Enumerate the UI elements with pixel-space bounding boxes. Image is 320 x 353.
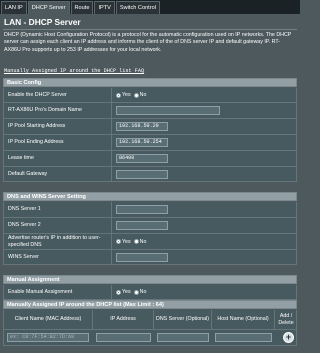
dns2-row: DNS Server 2: [3, 218, 297, 234]
default-gateway-input[interactable]: [116, 169, 168, 179]
enable-manual-row: Enable Manual Assignment Yes No: [3, 285, 297, 300]
advertise-dns-yes-label: Yes: [122, 238, 131, 245]
dhcp-page: LAN - DHCP Server DHCP (Dynamic Host Con…: [0, 14, 300, 353]
advertise-dns-row: Advertise router's IP in addition to use…: [3, 234, 297, 250]
column-add-delete: Add / Delete: [278, 313, 294, 326]
default-gateway-row: Default Gateway: [3, 167, 297, 182]
page-title: LAN - DHCP Server: [4, 17, 81, 27]
dns1-label: DNS Server 1: [4, 202, 112, 217]
tab-lan-ip[interactable]: LAN IP: [1, 1, 27, 14]
default-gateway-label: Default Gateway: [4, 167, 112, 181]
column-dns-server: DNS Server (Optional): [154, 310, 212, 329]
manual-list-header: Manually Assigned IP around the DHCP lis…: [3, 300, 297, 309]
add-icon[interactable]: +: [283, 332, 294, 343]
domain-name-row: RT-AX86U Pro's Domain Name: [3, 103, 297, 119]
tab-bar: LAN IP DHCP Server Route IPTV Switch Con…: [0, 0, 300, 14]
enable-manual-yes-label: Yes: [122, 289, 131, 295]
advertise-dns-yes-radio[interactable]: [116, 239, 121, 244]
faq-link[interactable]: Manually Assigned IP around the DHCP lis…: [4, 68, 144, 74]
lease-time-input[interactable]: 86400: [116, 154, 168, 163]
advertise-dns-label: Advertise router's IP in addition to use…: [4, 234, 112, 249]
dns1-row: DNS Server 1: [3, 202, 297, 218]
pool-start-row: IP Pool Starting Address 192.168.50.20: [3, 119, 297, 135]
intro-text: DHCP (Dynamic Host Configuration Protoco…: [4, 32, 292, 53]
column-host-name: Host Name (Optional): [212, 310, 275, 329]
lease-time-label: Lease time: [4, 151, 112, 166]
dns-wins-header: DNS and WINS Server Setting: [3, 192, 297, 201]
wins-server-input[interactable]: [116, 252, 168, 262]
enable-manual-yes-radio[interactable]: [116, 289, 121, 295]
tab-dhcp-server[interactable]: DHCP Server: [27, 1, 70, 14]
tab-route[interactable]: Route: [70, 1, 94, 14]
manual-list-input-row: ex: C8:7F:54:B2:7D:68 +: [3, 330, 297, 346]
enable-manual-no-label: No: [139, 289, 147, 295]
domain-name-input[interactable]: [116, 106, 220, 115]
dns2-input[interactable]: [116, 221, 168, 230]
pool-start-label: IP Pool Starting Address: [4, 119, 112, 134]
advertise-dns-no-radio[interactable]: [133, 239, 139, 244]
tab-iptv[interactable]: IPTV: [94, 1, 115, 14]
dns2-label: DNS Server 2: [4, 218, 112, 233]
advertise-dns-no-label: No: [139, 238, 147, 245]
enable-manual-label: Enable Manual Assignment: [4, 285, 112, 299]
domain-name-label: RT-AX86U Pro's Domain Name: [4, 103, 112, 118]
enable-dhcp-yes-label: Yes: [122, 92, 131, 98]
enable-dhcp-label: Enable the DHCP Server: [4, 88, 112, 102]
enable-manual-no-radio[interactable]: [133, 289, 139, 295]
client-hostname-input[interactable]: [215, 333, 272, 342]
lease-time-row: Lease time 86400: [3, 151, 297, 167]
enable-dhcp-no-radio[interactable]: [133, 92, 139, 98]
manual-list-columns: Client Name (MAC Address) IP Address DNS…: [3, 310, 297, 330]
title-divider: [3, 29, 297, 30]
client-mac-input[interactable]: ex: C8:7F:54:B2:7D:68: [7, 333, 89, 342]
tab-switch-control[interactable]: Switch Control: [115, 1, 160, 14]
client-ip-input[interactable]: [96, 333, 151, 342]
pool-start-input[interactable]: 192.168.50.20: [116, 122, 168, 131]
basic-config-header: Basic Config: [3, 78, 297, 87]
enable-dhcp-no-label: No: [139, 92, 147, 98]
column-client-name: Client Name (MAC Address): [4, 310, 93, 329]
wins-server-row: WINS Server: [3, 250, 297, 265]
pool-end-row: IP Pool Ending Address 192.168.50.254: [3, 135, 297, 151]
column-ip-address: IP Address: [93, 310, 154, 329]
wins-server-label: WINS Server: [4, 250, 112, 264]
pool-end-label: IP Pool Ending Address: [4, 135, 112, 150]
enable-dhcp-yes-radio[interactable]: [116, 92, 121, 98]
pool-end-input[interactable]: 192.168.50.254: [116, 138, 168, 147]
client-dns-input[interactable]: [157, 333, 209, 342]
manual-assignment-header: Manual Assignment: [3, 275, 297, 284]
dns1-input[interactable]: [116, 205, 168, 214]
enable-dhcp-row: Enable the DHCP Server Yes No: [3, 88, 297, 103]
